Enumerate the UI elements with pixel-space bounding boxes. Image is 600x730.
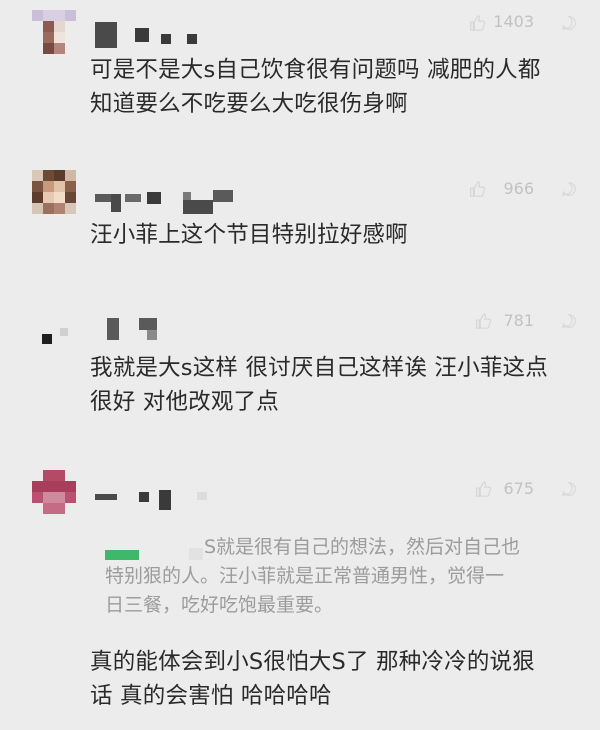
username-redacted[interactable] [95, 18, 205, 52]
comment-4: 675 S就是很有自己的想法，然后对自己也 特别狠的人。汪小菲就是正常普通男性，… [0, 460, 600, 730]
comment-1: 1403 可是不是大s自己饮食很有问题吗 减肥的人都 知道要么不吃要么大吃很伤身… [0, 0, 600, 160]
reply-icon[interactable] [560, 480, 578, 498]
quote-text-line: S就是很有自己的想法，然后对自己也 [204, 536, 521, 558]
comment-text: 可是不是大s自己饮食很有问题吗 减肥的人都 知道要么不吃要么大吃很伤身啊 [90, 53, 590, 121]
username-redacted[interactable] [95, 314, 185, 348]
comment-text: 我就是大s这样 很讨厌自己这样诶 汪小菲这点 很好 对他改观了点 [90, 351, 590, 419]
comment-3: 781 我就是大s这样 很讨厌自己这样诶 汪小菲这点 很好 对他改观了点 [0, 300, 600, 460]
username-redacted[interactable] [95, 480, 207, 514]
quote-text-line: 特别狠的人。汪小菲就是正常普通男性，觉得一 [105, 565, 505, 587]
reply-icon[interactable] [560, 14, 578, 32]
comment-text: 汪小菲上这个节目特别拉好感啊 [90, 218, 590, 252]
comment-text: 真的能体会到小S很怕大S了 那种冷冷的说狠 话 真的会害怕 哈哈哈哈 [90, 645, 590, 713]
avatar[interactable] [32, 470, 76, 514]
like-count: 781 [503, 311, 534, 330]
comment-text-line: 我就是大s这样 很讨厌自己这样诶 汪小菲这点 [90, 355, 548, 381]
comment-2: 966 汪小菲上这个节目特别拉好感啊 [0, 160, 600, 300]
comment-text-line: 汪小菲上这个节目特别拉好感啊 [90, 222, 408, 248]
quote-text-line: 日三餐，吃好吃饱最重要。 [105, 594, 334, 616]
comment-text-line: 知道要么不吃要么大吃很伤身啊 [90, 91, 408, 117]
like-count: 675 [503, 479, 534, 498]
avatar[interactable] [32, 10, 76, 54]
comment-text-line: 很好 对他改观了点 [90, 389, 279, 415]
reply-icon[interactable] [560, 312, 578, 330]
like-count: 966 [503, 179, 534, 198]
reply-icon[interactable] [560, 180, 578, 198]
avatar[interactable] [32, 318, 76, 362]
username-redacted[interactable] [95, 188, 245, 222]
quoted-comment-text: S就是很有自己的想法，然后对自己也 特别狠的人。汪小菲就是正常普通男性，觉得一 … [105, 533, 565, 620]
avatar[interactable] [32, 170, 76, 214]
comment-text-line: 可是不是大s自己饮食很有问题吗 减肥的人都 [90, 57, 541, 83]
comment-text-line: 话 真的会害怕 哈哈哈哈 [90, 683, 332, 709]
like-count: 1403 [493, 12, 534, 31]
comment-text-line: 真的能体会到小S很怕大S了 那种冷冷的说狠 [90, 649, 535, 675]
